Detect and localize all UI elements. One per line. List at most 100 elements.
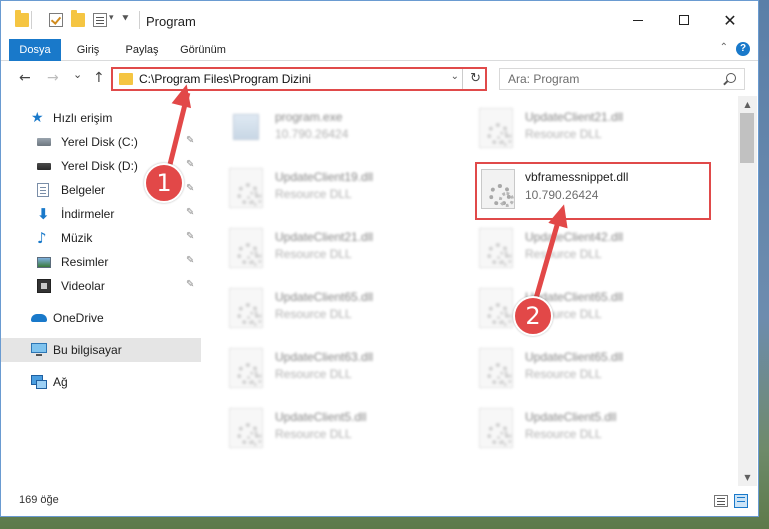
dll-file-icon bbox=[229, 168, 263, 208]
status-bar: 169 öğe bbox=[1, 486, 758, 516]
downloads-icon: ⬇ bbox=[37, 205, 50, 223]
file-item[interactable]: UpdateClient19.dll Resource DLL bbox=[203, 162, 438, 214]
file-name: UpdateClient21.dll bbox=[525, 110, 624, 124]
customize-dropdown-icon[interactable]: ▾ bbox=[109, 13, 114, 23]
collapse-ribbon-icon[interactable]: ⌃ bbox=[720, 42, 728, 53]
minimize-button[interactable] bbox=[615, 1, 661, 39]
sidebar-item-label: OneDrive bbox=[53, 311, 104, 325]
maximize-button[interactable] bbox=[661, 1, 707, 39]
details-view-icon[interactable] bbox=[714, 495, 728, 507]
help-icon[interactable]: ? bbox=[736, 42, 750, 56]
file-item-selected[interactable]: vbframessnippet.dll 10.790.26424 bbox=[475, 162, 711, 220]
file-item[interactable]: UpdateClient65.dll Resource DLL bbox=[453, 282, 688, 334]
item-count: 169 öğe bbox=[19, 494, 59, 506]
dll-file-icon bbox=[229, 288, 263, 328]
file-description: Resource DLL bbox=[525, 427, 602, 441]
folder-icon bbox=[15, 10, 29, 27]
tab-share[interactable]: Paylaş bbox=[117, 39, 167, 61]
file-item[interactable]: UpdateClient5.dll Resource DLL bbox=[453, 402, 688, 454]
properties-check-icon[interactable] bbox=[49, 13, 63, 27]
pin-icon[interactable]: ✎ bbox=[186, 183, 194, 194]
tab-home[interactable]: Giriş bbox=[67, 39, 109, 61]
sidebar-item-label: Müzik bbox=[61, 231, 93, 245]
file-item[interactable]: program.exe 10.790.26424 bbox=[203, 102, 438, 154]
sidebar-item-videos[interactable]: Videolar ✎ bbox=[1, 274, 201, 298]
pin-icon[interactable]: ✎ bbox=[186, 255, 194, 266]
sidebar-item-label: Yerel Disk (C:) bbox=[61, 135, 138, 149]
pin-icon[interactable]: ✎ bbox=[186, 207, 194, 218]
file-description: Resource DLL bbox=[275, 307, 352, 321]
search-input[interactable]: Ara: Program bbox=[499, 68, 745, 90]
tab-file[interactable]: Dosya bbox=[9, 39, 61, 61]
navigation-bar: ← → ⌄ ↑ C:\Program Files\Program Dizini … bbox=[1, 62, 758, 96]
sidebar-item-network[interactable]: Ağ bbox=[1, 370, 201, 394]
back-button[interactable]: ← bbox=[19, 70, 31, 86]
address-bar[interactable]: C:\Program Files\Program Dizini ⌄ ↻ bbox=[111, 67, 487, 91]
customize-icon[interactable] bbox=[93, 13, 107, 27]
sidebar-item-pictures[interactable]: Resimler ✎ bbox=[1, 250, 201, 274]
pin-icon[interactable]: ✎ bbox=[186, 231, 194, 242]
file-name: UpdateClient5.dll bbox=[275, 410, 367, 424]
sidebar-item-music[interactable]: ♪ Müzik ✎ bbox=[1, 226, 201, 250]
search-icon[interactable] bbox=[726, 73, 736, 83]
dll-file-icon bbox=[479, 228, 513, 268]
file-item[interactable]: UpdateClient63.dll Resource DLL bbox=[203, 342, 438, 394]
pin-icon[interactable]: ✎ bbox=[186, 159, 194, 170]
explorer-window: ▾ ⯆ Program ✕ Dosya Giriş Paylaş Görünüm… bbox=[0, 0, 759, 517]
vertical-scrollbar[interactable]: ▲ ▼ bbox=[738, 96, 757, 486]
close-icon: ✕ bbox=[723, 10, 737, 30]
recent-locations-button[interactable]: ⌄ bbox=[73, 68, 82, 81]
network-icon bbox=[31, 375, 47, 389]
sidebar-item-onedrive[interactable]: OneDrive bbox=[1, 306, 201, 330]
sidebar-item-label: Videolar bbox=[61, 279, 105, 293]
drive-icon bbox=[37, 138, 51, 146]
scroll-down-icon[interactable]: ▼ bbox=[738, 469, 757, 486]
file-item[interactable]: UpdateClient5.dll Resource DLL bbox=[203, 402, 438, 454]
dll-file-icon bbox=[479, 408, 513, 448]
file-item[interactable]: UpdateClient65.dll Resource DLL bbox=[203, 282, 438, 334]
sidebar-item-label: Resimler bbox=[61, 255, 109, 269]
sidebar-item-this-pc[interactable]: Bu bilgisayar bbox=[1, 338, 201, 362]
tiles-view-icon[interactable] bbox=[734, 494, 748, 508]
sidebar-item-downloads[interactable]: ⬇ İndirmeler ✎ bbox=[1, 202, 201, 226]
refresh-icon[interactable]: ↻ bbox=[470, 71, 481, 86]
documents-icon bbox=[37, 183, 49, 197]
file-name: UpdateClient42.dll bbox=[525, 230, 624, 244]
sidebar-item-label: Ağ bbox=[53, 375, 68, 389]
address-path[interactable]: C:\Program Files\Program Dizini bbox=[139, 72, 311, 86]
address-dropdown-icon[interactable]: ⌄ bbox=[451, 71, 459, 82]
file-item[interactable]: UpdateClient21.dll Resource DLL bbox=[203, 222, 438, 274]
forward-button[interactable]: → bbox=[47, 70, 59, 86]
exe-file-icon bbox=[233, 114, 259, 140]
dll-file-icon bbox=[479, 288, 513, 328]
file-description: Resource DLL bbox=[525, 127, 602, 141]
search-placeholder: Ara: Program bbox=[508, 72, 580, 86]
file-description: 10.790.26424 bbox=[525, 188, 599, 202]
computer-icon bbox=[31, 343, 47, 356]
scroll-up-icon[interactable]: ▲ bbox=[738, 96, 757, 113]
sidebar-item-quick-access[interactable]: ★ Hızlı erişim bbox=[1, 106, 201, 130]
window-title: Program bbox=[146, 14, 196, 29]
file-item[interactable]: UpdateClient21.dll Resource DLL bbox=[453, 102, 688, 154]
file-list: program.exe 10.790.26424 UpdateClient19.… bbox=[203, 96, 738, 486]
maximize-icon bbox=[679, 15, 689, 25]
videos-icon bbox=[37, 279, 51, 293]
tab-view[interactable]: Görünüm bbox=[171, 39, 235, 61]
scroll-thumb[interactable] bbox=[740, 113, 754, 163]
up-button[interactable]: ↑ bbox=[93, 70, 105, 86]
pin-icon[interactable]: ✎ bbox=[186, 279, 194, 290]
new-folder-icon[interactable] bbox=[71, 10, 85, 27]
file-name: vbframessnippet.dll bbox=[525, 170, 629, 184]
file-item[interactable]: UpdateClient65.dll Resource DLL bbox=[453, 342, 688, 394]
pin-icon[interactable]: ✎ bbox=[186, 135, 194, 146]
file-item[interactable]: UpdateClient42.dll Resource DLL bbox=[453, 222, 688, 274]
quick-access-menu-icon[interactable]: ⯆ bbox=[121, 12, 130, 26]
close-button[interactable]: ✕ bbox=[707, 1, 753, 39]
sidebar-item-label: Hızlı erişim bbox=[53, 111, 113, 125]
music-icon: ♪ bbox=[37, 229, 47, 247]
dll-file-icon bbox=[481, 169, 515, 209]
sidebar-item-label: Bu bilgisayar bbox=[53, 343, 122, 357]
file-name: UpdateClient19.dll bbox=[275, 170, 374, 184]
file-name: UpdateClient65.dll bbox=[525, 350, 624, 364]
step-badge-1: 1 bbox=[144, 163, 184, 203]
